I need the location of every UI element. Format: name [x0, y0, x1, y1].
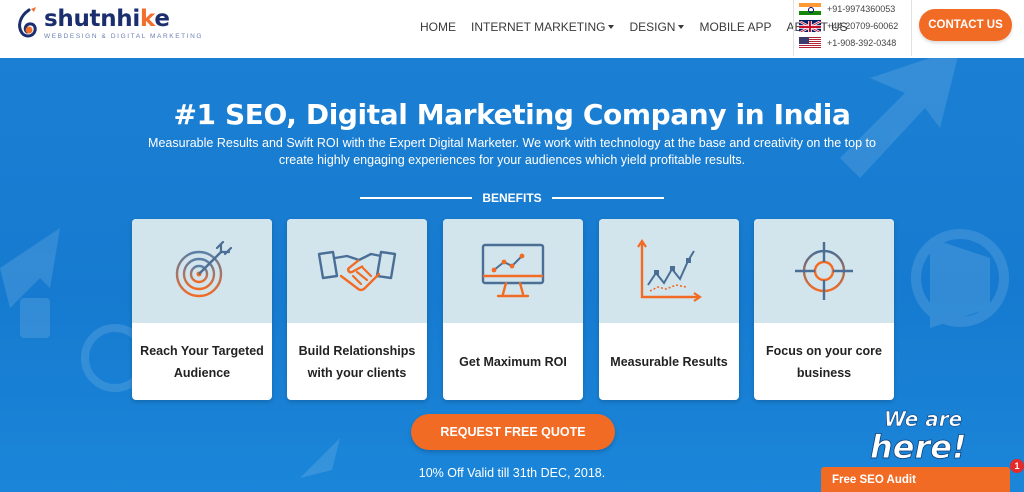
phone-number: +44-20709-60062	[827, 20, 899, 31]
handshake-icon	[317, 250, 397, 292]
caret-down-icon	[608, 25, 615, 29]
caret-down-icon	[678, 25, 685, 29]
benefit-card-build-relationships[interactable]: Build Relationships with your clients	[287, 219, 427, 400]
nav-design[interactable]: DESIGN	[629, 20, 685, 34]
uk-flag-icon	[799, 19, 821, 32]
divider-line	[360, 197, 473, 199]
request-free-quote-button[interactable]: REQUEST FREE QUOTE	[411, 414, 615, 450]
phone-number: +91-9974360053	[827, 3, 896, 14]
logo-mark-icon	[14, 6, 40, 42]
chat-we-are-here[interactable]: We are here!	[862, 404, 974, 467]
line-graph-icon	[637, 239, 702, 302]
target-dart-icon	[175, 240, 233, 298]
logo[interactable]: shutnhike WEBDESIGN & DIGITAL MARKETING	[14, 6, 203, 46]
nav-home[interactable]: HOME	[420, 20, 456, 34]
benefits-divider: BENEFITS	[360, 191, 664, 205]
free-seo-audit-tab[interactable]: Free SEO Audit	[821, 467, 1010, 492]
contact-us-button[interactable]: CONTACT US	[919, 9, 1012, 41]
phone-india[interactable]: +91-9974360053	[794, 0, 911, 17]
crosshair-icon	[795, 242, 853, 300]
card-label: Focus on your core business	[766, 343, 882, 380]
hero-headline: #1 SEO, Digital Marketing Company in Ind…	[173, 98, 851, 131]
phone-number: +1-908-392-0348	[827, 37, 897, 48]
phone-us[interactable]: +1-908-392-0348	[794, 34, 911, 51]
us-flag-icon	[799, 36, 821, 49]
benefit-card-core-business[interactable]: Focus on your core business	[754, 219, 894, 400]
india-flag-icon	[799, 2, 821, 15]
benefits-label: BENEFITS	[482, 191, 542, 205]
hero-subtext: Measurable Results and Swift ROI with th…	[148, 136, 876, 167]
card-label: Measurable Results	[610, 354, 728, 369]
notification-badge: 1	[1010, 459, 1024, 473]
monitor-chart-icon	[481, 243, 545, 298]
phone-uk[interactable]: +44-20709-60062	[794, 17, 911, 34]
card-label: Build Relationships with your clients	[298, 343, 416, 380]
logo-name: shutnhike	[44, 6, 170, 32]
divider-line	[551, 197, 664, 199]
phone-list: +91-9974360053 +44-20709-60062 +1-908-39…	[793, 0, 912, 56]
nav-internet-marketing[interactable]: INTERNET MARKETING	[471, 20, 615, 34]
site-header: shutnhike WEBDESIGN & DIGITAL MARKETING …	[0, 0, 1024, 58]
card-label: Reach Your Targeted Audience	[140, 343, 264, 380]
nav-mobile-app[interactable]: MOBILE APP	[699, 20, 771, 34]
benefit-card-measurable-results[interactable]: Measurable Results	[599, 219, 739, 400]
benefit-card-targeted-audience[interactable]: Reach Your Targeted Audience	[132, 219, 272, 400]
logo-tagline: WEBDESIGN & DIGITAL MARKETING	[44, 33, 204, 40]
benefit-card-maximum-roi[interactable]: Get Maximum ROI	[443, 219, 583, 400]
chat-here-text: here!	[870, 428, 967, 464]
card-label: Get Maximum ROI	[459, 354, 567, 369]
benefit-cards: Reach Your Targeted Audience Build Relat…	[132, 219, 894, 400]
